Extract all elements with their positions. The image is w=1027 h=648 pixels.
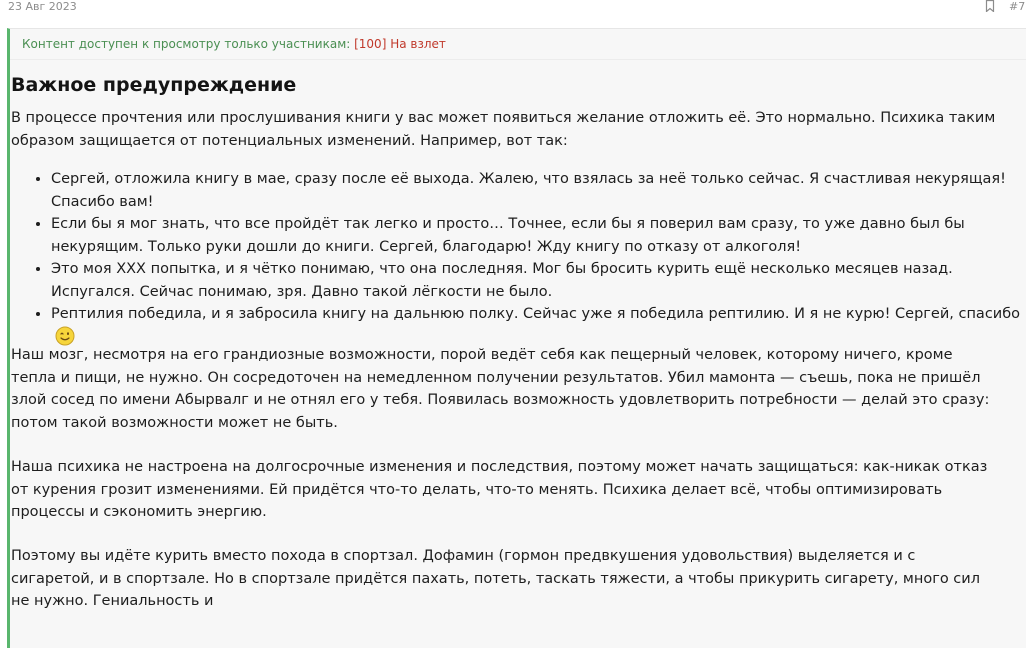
article-paragraph-3: Наша психика не настроена на долгосрочны… <box>11 459 988 520</box>
smile-wink-icon <box>55 326 75 345</box>
access-notice: Контент доступен к просмотру только учас… <box>22 37 446 52</box>
article-paragraph-2: Наш мозг, несмотря на его грандиозные во… <box>11 347 990 431</box>
quotes-list: Сергей, отложила книгу в мае, сразу посл… <box>11 168 1027 349</box>
access-group-link[interactable]: [100] На взлет <box>354 37 446 51</box>
list-item-text: Если бы я мог знать, что все пройдёт так… <box>51 216 965 255</box>
divider <box>10 59 1026 60</box>
post-number-link[interactable]: #7 <box>1009 0 1025 13</box>
list-item-text: Рептилия победила, и я забросила книгу н… <box>51 306 1021 322</box>
article-paragraph-4: Поэтому вы идёте курить вместо похода в … <box>11 548 980 609</box>
list-item: Сергей, отложила книгу в мае, сразу посл… <box>51 168 1027 213</box>
list-item: Если бы я мог знать, что все пройдёт так… <box>51 213 1027 258</box>
list-item: Это моя XXX попытка, и я чётко понимаю, … <box>51 258 1027 303</box>
list-item-text: Это моя XXX попытка, и я чётко понимаю, … <box>51 261 953 300</box>
article-intro: В процессе прочтения или прослушивания к… <box>11 110 996 149</box>
list-item: Рептилия победила, и я забросила книгу н… <box>51 303 1027 349</box>
access-notice-text: Контент доступен к просмотру только учас… <box>22 37 355 51</box>
article-heading: Важное предупреждение <box>11 74 297 96</box>
bookmark-icon[interactable] <box>984 0 996 12</box>
list-item-text: Сергей, отложила книгу в мае, сразу посл… <box>51 171 1006 210</box>
post-header: 23 Авг 2023 #7 <box>0 0 1027 24</box>
post-date: 23 Авг 2023 <box>8 0 77 13</box>
